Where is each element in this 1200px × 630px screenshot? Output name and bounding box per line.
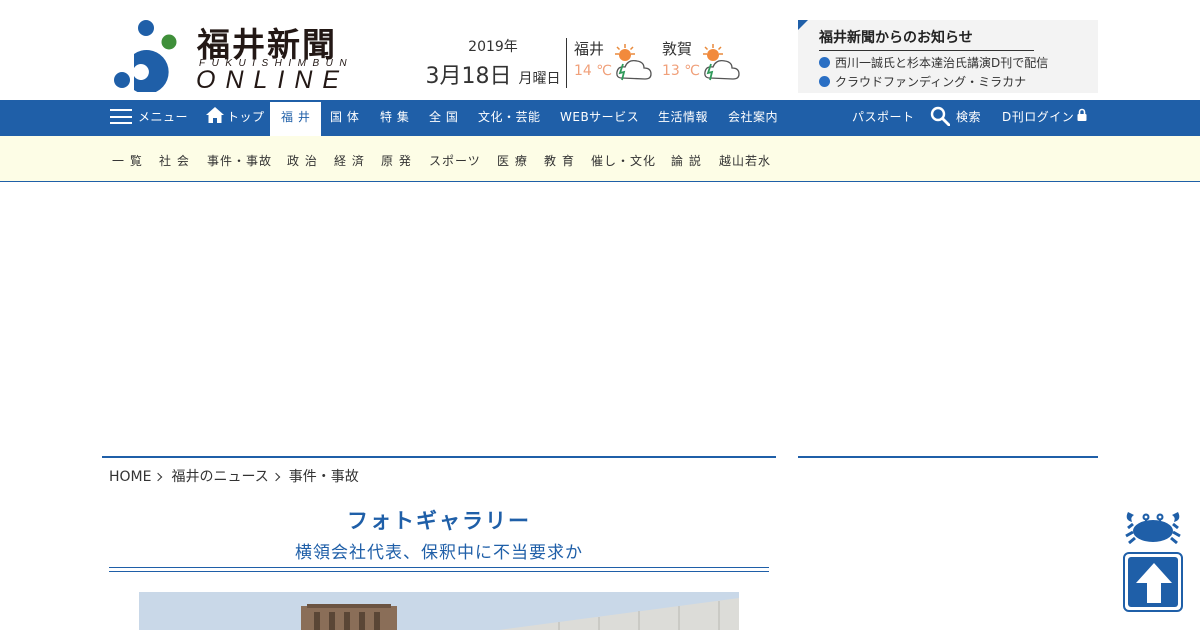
lock-icon <box>1077 108 1087 121</box>
date-day: 3月18日 <box>425 64 512 89</box>
current-date: 2019年 3月18日 月曜日 <box>425 36 561 90</box>
title-divider <box>109 567 769 572</box>
gallery-title: フォトギャラリー <box>347 509 531 533</box>
site-logo[interactable]: 福井新聞 FUKUISHIMBUN ONLINE <box>112 18 352 94</box>
bullet-icon <box>819 76 830 87</box>
nav-item-company[interactable]: 会社案内 <box>728 100 778 136</box>
crab-mascot-icon <box>1125 512 1181 545</box>
weather-tsuruga[interactable]: 敦賀 13 ℃ <box>662 38 752 88</box>
nav-item-kokutai[interactable]: 国 体 <box>330 100 359 136</box>
weather-fukui[interactable]: 福井 14 ℃ <box>574 38 664 88</box>
hamburger-icon <box>110 109 132 124</box>
search-icon <box>930 106 950 126</box>
chevron-right-icon <box>271 472 281 482</box>
back-to-top-button[interactable] <box>1123 552 1183 612</box>
arrow-up-icon <box>1136 563 1172 603</box>
menu-label: メニュー <box>138 110 189 124</box>
chevron-right-icon <box>154 472 163 482</box>
sidebar-column-rule <box>798 456 1098 458</box>
breadcrumb: HOME 福井のニュース 事件・事故 <box>109 466 359 486</box>
nav-item-fukui[interactable]: 福 井 <box>270 102 322 136</box>
nav-item-tokushu[interactable]: 特 集 <box>380 100 409 136</box>
date-year: 2019年 <box>468 39 518 55</box>
menu-button[interactable]: メニュー <box>110 100 188 136</box>
subnav-item-society[interactable]: 社 会 <box>159 152 190 169</box>
home-icon <box>206 107 224 123</box>
subnav-item-etsuzan[interactable]: 越山若水 <box>719 152 771 169</box>
logo-mark-icon <box>114 20 177 92</box>
breadcrumb-incidents[interactable]: 事件・事故 <box>289 469 359 485</box>
main-column-rule <box>102 456 776 458</box>
sun-cloud-icon <box>615 44 652 81</box>
subnav-item-events[interactable]: 催し・文化 <box>591 152 656 169</box>
sun-cloud-icon <box>703 44 740 81</box>
notice-corner <box>798 20 808 30</box>
site-header: 福井新聞 FUKUISHIMBUN ONLINE 2019年 3月18日 月曜日… <box>0 0 1200 100</box>
photo-image <box>139 592 739 630</box>
sub-nav: 一 覧 社 会 事件・事故 政 治 経 済 原 発 スポーツ 医 療 教 育 催… <box>0 136 1200 182</box>
gallery-photo[interactable] <box>139 592 739 630</box>
subnav-item-list[interactable]: 一 覧 <box>112 152 143 169</box>
subnav-item-editorial[interactable]: 論 説 <box>671 152 702 169</box>
notice-item[interactable]: クラウドファンディング・ミラカナ <box>819 73 1026 90</box>
back-to-top-bg <box>1128 557 1178 607</box>
notice-title: 福井新聞からのお知らせ <box>819 27 1034 51</box>
search-button[interactable]: 検索 <box>930 100 981 136</box>
main-nav: メニュー トップ 福 井 国 体 特 集 全 国 文化・芸能 WEBサービス 生… <box>0 100 1200 136</box>
nav-item-web-services[interactable]: WEBサービス <box>560 100 639 136</box>
date-day-line: 3月18日 月曜日 <box>425 58 561 90</box>
search-label: 検索 <box>956 110 982 124</box>
bullet-icon <box>819 57 830 68</box>
nav-item-life-info[interactable]: 生活情報 <box>658 100 708 136</box>
notice-item-label: 西川一誠氏と杉本達治氏講演D刊で配信 <box>835 56 1049 70</box>
subnav-item-sports[interactable]: スポーツ <box>429 152 481 169</box>
subnav-item-nuclear[interactable]: 原 発 <box>381 152 412 169</box>
notice-item-label: クラウドファンディング・ミラカナ <box>835 75 1027 89</box>
login-label: D刊ログイン <box>1002 110 1075 124</box>
date-dow: 月曜日 <box>518 71 561 87</box>
breadcrumb-fukui-news[interactable]: 福井のニュース <box>171 469 268 485</box>
subnav-item-politics[interactable]: 政 治 <box>287 152 318 169</box>
logo-online: ONLINE <box>196 66 350 94</box>
nav-item-zenkoku[interactable]: 全 国 <box>429 100 458 136</box>
notice-item[interactable]: 西川一誠氏と杉本達治氏講演D刊で配信 <box>819 54 1048 71</box>
notice-box: 福井新聞からのお知らせ 西川一誠氏と杉本達治氏講演D刊で配信 クラウドファンディ… <box>798 20 1098 93</box>
weather-divider <box>566 38 567 88</box>
breadcrumb-home[interactable]: HOME <box>109 469 151 485</box>
nav-item-top[interactable]: トップ <box>206 100 265 136</box>
subnav-item-economy[interactable]: 経 済 <box>334 152 365 169</box>
nav-item-culture[interactable]: 文化・芸能 <box>478 100 541 136</box>
subnav-item-medical[interactable]: 医 療 <box>497 152 528 169</box>
gallery-subtitle: 横領会社代表、保釈中に不当要求か <box>295 543 583 563</box>
nav-item-label: トップ <box>227 110 265 124</box>
dkan-login-link[interactable]: D刊ログイン <box>1002 100 1087 136</box>
subnav-item-education[interactable]: 教 育 <box>544 152 575 169</box>
subnav-item-incidents[interactable]: 事件・事故 <box>207 152 272 169</box>
passport-link[interactable]: パスポート <box>852 100 915 136</box>
